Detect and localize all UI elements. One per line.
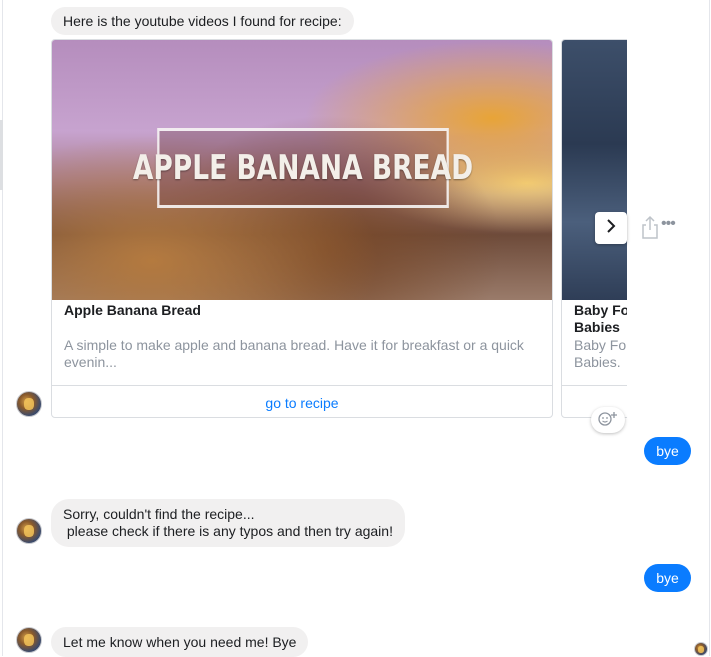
left-divider <box>2 0 3 656</box>
recipe-card-image[interactable]: APPLE BANANA BREAD <box>52 40 552 300</box>
thumbnail-overlay-title: APPLE BANANA BREAD <box>133 128 473 208</box>
user-message-bye: bye <box>644 564 691 592</box>
recipe-card-title: Baby Fo Babies <box>574 302 627 335</box>
carousel-next-button[interactable] <box>595 212 627 244</box>
recipe-thumbnail: APPLE BANANA BREAD <box>52 40 552 300</box>
bot-message-farewell: Let me know when you need me! Bye <box>51 627 309 657</box>
more-options-icon[interactable]: ••• <box>661 216 676 232</box>
recipe-card-title: Apple Banana Bread <box>64 302 201 318</box>
recipe-thumbnail <box>562 40 627 300</box>
add-reaction-icon <box>597 410 619 431</box>
recipe-carousel: APPLE BANANA BREAD Apple Banana Bread A … <box>51 39 627 419</box>
share-icon[interactable] <box>640 214 660 240</box>
recipe-card-description: Baby Fo Babies. <box>574 337 627 370</box>
recipe-card-apple-banana-bread[interactable]: APPLE BANANA BREAD Apple Banana Bread A … <box>51 39 553 418</box>
bot-message-not-found: Sorry, couldn't find the recipe... pleas… <box>51 499 405 547</box>
bot-avatar <box>16 391 42 417</box>
recipe-card-image[interactable] <box>562 40 627 300</box>
chevron-right-icon <box>606 218 616 238</box>
user-message-bye: bye <box>644 437 691 465</box>
bot-avatar <box>16 518 42 544</box>
add-reaction-button[interactable] <box>591 407 625 433</box>
left-scroll-marker <box>0 120 3 190</box>
go-to-recipe-button[interactable]: go to recipe <box>52 385 552 417</box>
bot-avatar <box>16 627 42 653</box>
recipe-card-description: A simple to make apple and banana bread.… <box>64 337 524 370</box>
read-receipt-avatar <box>694 642 708 656</box>
bot-message-intro: Here is the youtube videos I found for r… <box>51 7 354 35</box>
right-divider <box>709 0 710 656</box>
